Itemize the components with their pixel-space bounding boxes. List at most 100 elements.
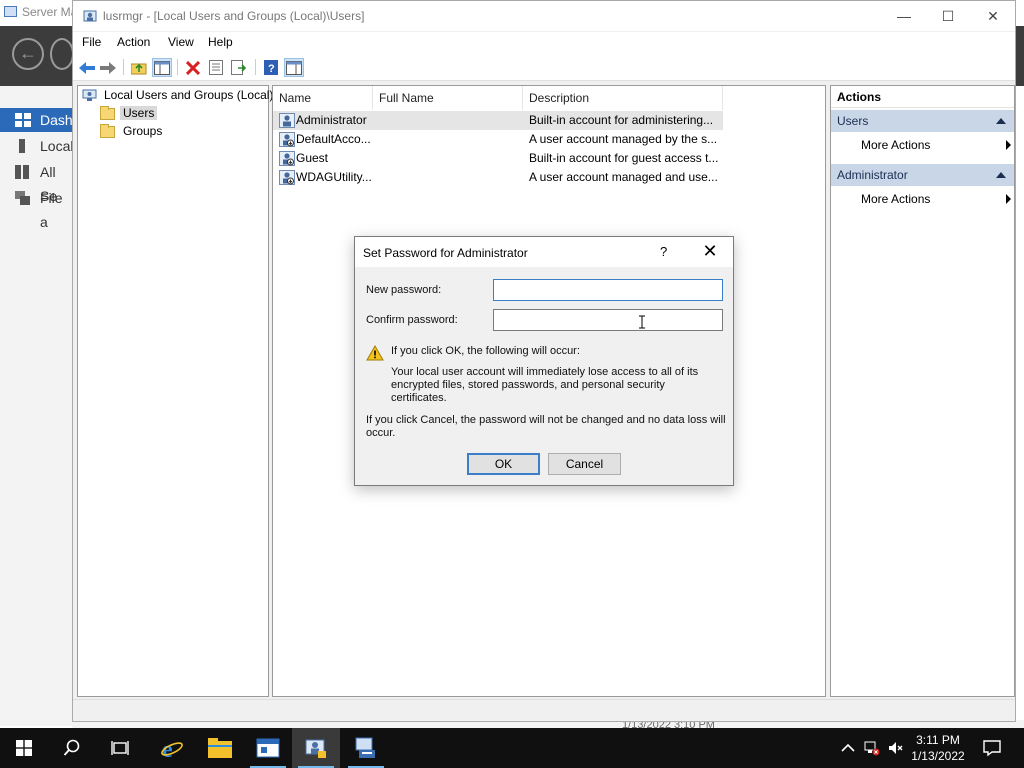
help-question-icon[interactable]: ? <box>660 244 667 259</box>
menu-action[interactable]: Action <box>117 35 150 49</box>
disabled-user-icon <box>279 132 295 147</box>
users-console-icon <box>83 10 97 22</box>
tree-item-groups[interactable]: Groups <box>100 122 165 140</box>
minimize-button[interactable]: — <box>881 1 927 31</box>
sidebar-item-label: Local <box>40 138 74 154</box>
network-icon[interactable] <box>864 740 880 756</box>
menu-file[interactable]: File <box>82 35 101 49</box>
show-hide-tree-button[interactable] <box>152 58 172 77</box>
more-actions-administrator[interactable]: More Actions <box>861 192 1011 206</box>
delete-x-icon <box>186 60 200 75</box>
sidebar-item-dashboard[interactable]: Dash <box>0 108 73 132</box>
tree-root[interactable]: Local Users and Groups (Local) <box>82 86 276 104</box>
collapse-up-icon[interactable] <box>996 172 1006 178</box>
search-icon <box>63 739 80 756</box>
clock-time: 3:11 PM <box>916 733 960 747</box>
taskbar-server-manager[interactable] <box>244 728 292 768</box>
tree-root-label: Local Users and Groups (Local) <box>104 88 274 102</box>
export-list-icon <box>231 60 247 75</box>
list-row-administrator[interactable]: Administrator Built-in account for admin… <box>273 111 723 130</box>
computer-users-icon <box>82 89 97 102</box>
up-folder-icon <box>131 63 147 74</box>
more-actions-users[interactable]: More Actions <box>861 138 1011 152</box>
sidebar-item-file-storage[interactable]: File a <box>0 186 72 230</box>
collapse-up-icon[interactable] <box>996 118 1006 124</box>
clock[interactable]: 3:11 PM 1/13/2022 <box>908 732 968 764</box>
cell-description: Built-in account for guest access t... <box>529 151 719 165</box>
actions-header: Actions <box>831 86 1014 108</box>
taskbar-file-explorer[interactable] <box>196 728 244 768</box>
back-arrow-icon[interactable]: ← <box>12 38 44 70</box>
svg-text:e: e <box>162 737 173 760</box>
dashboard-icon <box>15 113 31 127</box>
column-header-full-name[interactable]: Full Name <box>373 86 523 110</box>
forward-arrow-icon[interactable] <box>50 38 74 70</box>
help-button[interactable]: ? <box>261 58 281 77</box>
taskbar-computer-management[interactable] <box>342 728 390 768</box>
cancel-note: If you click Cancel, the password will n… <box>366 414 726 439</box>
menu-view[interactable]: View <box>168 35 194 49</box>
toolbar: ? <box>73 54 1015 81</box>
close-button[interactable]: ✕ <box>970 1 1016 31</box>
volume-muted-icon[interactable] <box>888 740 904 756</box>
maximize-button[interactable]: ☐ <box>925 1 971 31</box>
forward-button[interactable] <box>98 58 118 77</box>
cell-description: Built-in account for administering... <box>529 113 714 127</box>
server-manager-sidebar: Dash Local All Se File a <box>0 86 74 726</box>
up-folder-button[interactable] <box>129 58 149 77</box>
task-view-icon <box>111 741 129 755</box>
server-icon <box>19 139 25 153</box>
show-action-pane-button[interactable] <box>284 58 304 77</box>
dialog-close-button[interactable]: ✕ <box>699 240 721 262</box>
tree-item-users[interactable]: Users <box>100 104 158 122</box>
ok-button[interactable]: OK <box>467 453 540 475</box>
list-row-guest[interactable]: Guest Built-in account for guest access … <box>273 149 723 168</box>
disabled-user-icon <box>279 151 295 166</box>
notification-center-icon[interactable] <box>983 739 1001 757</box>
properties-button[interactable] <box>206 58 226 77</box>
server-manager-icon <box>256 738 280 758</box>
folder-icon <box>100 105 115 120</box>
column-header-description[interactable]: Description <box>523 86 723 110</box>
cell-name: WDAGUtility... <box>296 170 372 184</box>
new-password-field[interactable] <box>493 279 723 301</box>
task-view-button[interactable] <box>96 728 144 768</box>
sidebar-item-local-server[interactable]: Local <box>0 134 74 158</box>
folder-icon <box>100 123 115 138</box>
actions-group-title: Administrator <box>837 168 908 182</box>
set-password-dialog: Set Password for Administrator ? ✕ New p… <box>354 236 734 486</box>
column-header-name[interactable]: Name <box>273 86 373 110</box>
search-button[interactable] <box>48 728 96 768</box>
cancel-button[interactable]: Cancel <box>548 453 621 475</box>
menu-help[interactable]: Help <box>208 35 233 49</box>
sidebar-item-label: File a <box>40 190 63 230</box>
dialog-titlebar: Set Password for Administrator ? ✕ <box>355 237 733 267</box>
taskbar-internet-explorer[interactable]: e <box>148 728 196 768</box>
submenu-arrow-icon <box>1006 194 1011 204</box>
actions-group-users[interactable]: Users <box>831 110 1014 132</box>
back-button[interactable] <box>77 58 97 77</box>
forward-arrow-icon <box>100 61 116 74</box>
list-row-wdagutility[interactable]: WDAGUtility... A user account managed an… <box>273 168 723 187</box>
window-titlebar: lusrmgr - [Local Users and Groups (Local… <box>73 1 1015 31</box>
actions-group-administrator[interactable]: Administrator <box>831 164 1014 186</box>
export-list-button[interactable] <box>229 58 249 77</box>
server-manager-icon <box>4 6 17 17</box>
new-password-label: New password: <box>366 284 442 296</box>
start-button[interactable] <box>0 728 48 768</box>
sidebar-item-all-servers[interactable]: All Se <box>0 160 72 204</box>
taskbar-lusrmgr[interactable] <box>292 728 340 768</box>
storage-icon <box>15 191 30 205</box>
show-hidden-icons-chevron-icon[interactable] <box>840 740 856 756</box>
delete-button[interactable] <box>183 58 203 77</box>
status-bar <box>73 699 1015 721</box>
taskbar: e 3:11 PM 1/13/2022 <box>0 728 1024 768</box>
confirm-password-field[interactable] <box>493 309 723 331</box>
toolbar-separator <box>255 59 256 75</box>
submenu-arrow-icon <box>1006 140 1011 150</box>
help-book-icon: ? <box>264 60 278 75</box>
list-row-defaultaccount[interactable]: DefaultAcco... A user account managed by… <box>273 130 723 149</box>
sidebar-item-label: Dash <box>40 112 73 128</box>
cell-name: Guest <box>296 151 329 165</box>
internet-explorer-icon: e <box>161 737 183 760</box>
